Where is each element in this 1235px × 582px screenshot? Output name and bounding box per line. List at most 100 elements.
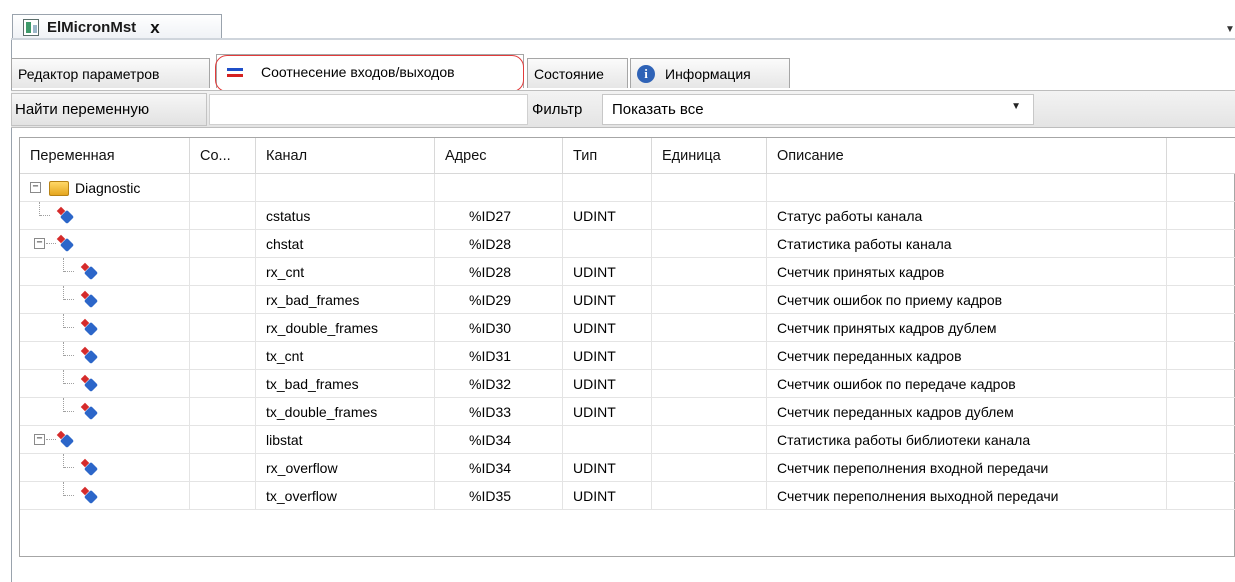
- cell-description: Счетчик переполнения входной передачи: [767, 454, 1167, 482]
- cell-address: %ID29: [435, 286, 563, 314]
- table-row[interactable]: tx_bad_frames %ID32 UDINT Счетчик ошибок по…: [20, 370, 1235, 398]
- cell-type: UDINT: [563, 342, 652, 370]
- tree-connector: [39, 202, 40, 216]
- cell-type: UDINT: [563, 370, 652, 398]
- tree-connector: [63, 258, 64, 272]
- tree-connector: [63, 454, 64, 468]
- cell-variable[interactable]: −: [20, 230, 190, 258]
- cell-channel: tx_overflow: [256, 482, 435, 510]
- cell-mapping[interactable]: [190, 258, 256, 286]
- cell-description: Счетчик ошибок по приему кадров: [767, 286, 1167, 314]
- tab-information[interactable]: i Информация: [630, 58, 790, 88]
- table-row[interactable]: tx_cnt %ID31 UDINT Счетчик переданных кадро…: [20, 342, 1235, 370]
- table-row[interactable]: − chstat %ID28 Статистика работы канала: [20, 230, 1235, 258]
- tab-status[interactable]: Состояние: [527, 58, 628, 88]
- column-header-channel[interactable]: Канал: [256, 138, 435, 174]
- cell-mapping[interactable]: [190, 286, 256, 314]
- cell-spacer: [1167, 398, 1235, 426]
- tree-connector: [63, 398, 64, 412]
- column-header-description[interactable]: Описание: [767, 138, 1167, 174]
- table-row[interactable]: rx_bad_frames %ID29 UDINT Счетчик ошибок по…: [20, 286, 1235, 314]
- cell-variable[interactable]: [20, 286, 190, 314]
- find-variable-button[interactable]: Найти переменную: [11, 93, 207, 126]
- document-tab[interactable]: ElMicronMst x: [12, 14, 222, 40]
- cell-unit: [652, 202, 767, 230]
- tree-connector: [64, 467, 74, 468]
- cell-type: UDINT: [563, 314, 652, 342]
- cell-channel: [256, 174, 435, 202]
- table-row[interactable]: rx_overflow %ID34 UDINT Счетчик переполнени…: [20, 454, 1235, 482]
- cell-variable[interactable]: [20, 342, 190, 370]
- cell-address: %ID35: [435, 482, 563, 510]
- cell-variable[interactable]: [20, 258, 190, 286]
- column-header-address[interactable]: Адрес: [435, 138, 563, 174]
- cell-address: %ID28: [435, 258, 563, 286]
- find-variable-input[interactable]: [209, 94, 528, 125]
- tab-list-dropdown-icon[interactable]: ▼: [1225, 24, 1235, 35]
- column-header-variable[interactable]: Переменная: [20, 138, 190, 174]
- cell-mapping[interactable]: [190, 230, 256, 258]
- variable-mapping-icon: [56, 431, 74, 447]
- column-header-type[interactable]: Тип: [563, 138, 652, 174]
- cell-mapping[interactable]: [190, 202, 256, 230]
- cell-type: UDINT: [563, 482, 652, 510]
- filter-select-value: Показать все: [612, 101, 704, 118]
- filter-label: Фильтр: [532, 100, 583, 118]
- cell-spacer: [1167, 286, 1235, 314]
- table-row[interactable]: tx_overflow %ID35 UDINT Счетчик переполнени…: [20, 482, 1235, 510]
- cell-mapping[interactable]: [190, 426, 256, 454]
- cell-variable[interactable]: [20, 370, 190, 398]
- column-header-unit[interactable]: Единица: [652, 138, 767, 174]
- cell-mapping[interactable]: [190, 482, 256, 510]
- cell-mapping[interactable]: [190, 454, 256, 482]
- cell-type: UDINT: [563, 454, 652, 482]
- cell-unit: [652, 174, 767, 202]
- cell-variable[interactable]: [20, 202, 190, 230]
- cell-spacer: [1167, 258, 1235, 286]
- cell-spacer: [1167, 342, 1235, 370]
- table-row[interactable]: rx_double_frames %ID30 UDINT Счетчик принят…: [20, 314, 1235, 342]
- cell-type: UDINT: [563, 286, 652, 314]
- tab-io-mapping[interactable]: Соотнесение входов/выходов: [216, 54, 524, 88]
- cell-variable[interactable]: −: [20, 426, 190, 454]
- table-row[interactable]: cstatus %ID27 UDINT Статус работы канала: [20, 202, 1235, 230]
- table-row[interactable]: − libstat %ID34 Статистика работы библиотек…: [20, 426, 1235, 454]
- cell-description: Счетчик ошибок по передаче кадров: [767, 370, 1167, 398]
- tree-connector: [64, 411, 74, 412]
- cell-mapping[interactable]: [190, 398, 256, 426]
- table-row[interactable]: − Diagnostic: [20, 174, 1235, 202]
- collapse-toggle[interactable]: −: [34, 238, 45, 249]
- cell-description: Статус работы канала: [767, 202, 1167, 230]
- collapse-toggle[interactable]: −: [30, 182, 41, 193]
- folder-icon: [49, 181, 69, 196]
- cell-mapping[interactable]: [190, 370, 256, 398]
- cell-channel: tx_cnt: [256, 342, 435, 370]
- cell-mapping[interactable]: [190, 174, 256, 202]
- column-header-mapping[interactable]: Со...: [190, 138, 256, 174]
- filter-select[interactable]: Показать все ▼: [602, 94, 1034, 125]
- variable-mapping-icon: [80, 487, 98, 503]
- tree-connector: [63, 370, 64, 384]
- tab-parameter-editor[interactable]: Редактор параметров: [11, 58, 210, 88]
- cell-mapping[interactable]: [190, 342, 256, 370]
- tree-connector: [46, 243, 56, 244]
- table-row[interactable]: tx_double_frames %ID33 UDINT Счетчик переда…: [20, 398, 1235, 426]
- cell-type: UDINT: [563, 258, 652, 286]
- cell-variable[interactable]: [20, 398, 190, 426]
- tab-status-label: Состояние: [534, 65, 604, 82]
- cell-variable[interactable]: [20, 454, 190, 482]
- close-tab-button[interactable]: x: [150, 19, 159, 36]
- variable-mapping-icon: [80, 347, 98, 363]
- info-icon: i: [637, 64, 655, 83]
- collapse-toggle[interactable]: −: [34, 434, 45, 445]
- cell-mapping[interactable]: [190, 314, 256, 342]
- cell-channel: rx_bad_frames: [256, 286, 435, 314]
- cell-address: %ID34: [435, 426, 563, 454]
- chevron-down-icon[interactable]: ▼: [1011, 101, 1021, 112]
- cell-variable[interactable]: − Diagnostic: [20, 174, 190, 202]
- tree-connector: [63, 314, 64, 328]
- variable-mapping-icon: [80, 263, 98, 279]
- cell-variable[interactable]: [20, 482, 190, 510]
- table-row[interactable]: rx_cnt %ID28 UDINT Счетчик принятых кадров: [20, 258, 1235, 286]
- cell-variable[interactable]: [20, 314, 190, 342]
